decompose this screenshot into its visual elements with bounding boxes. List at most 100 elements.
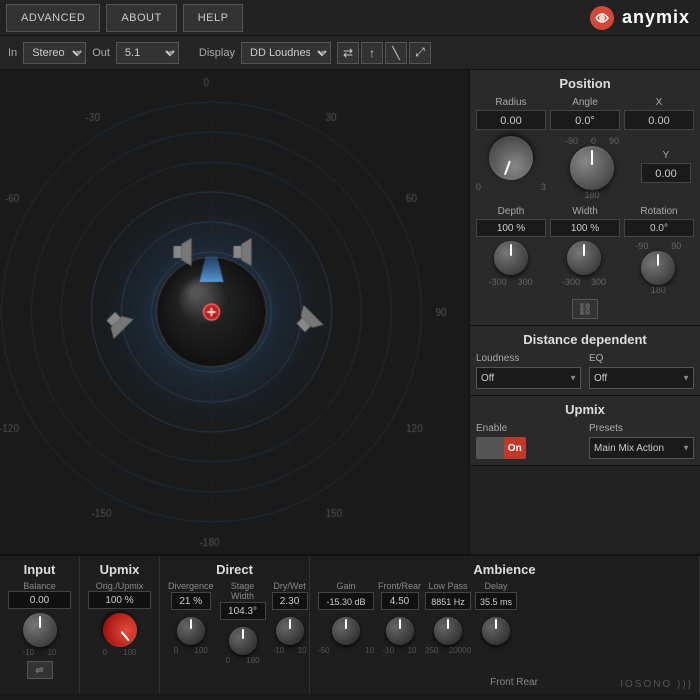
depth-knob-container: -300 300 [489,241,533,295]
toolbar-icons: ⇄ ↑ ╲ ⤢ [337,42,431,64]
delay-knob[interactable] [482,617,510,645]
display-select[interactable]: DD LoudnessSPLRMS [241,42,331,64]
rotation-cell: Rotation 0.0° [624,206,694,237]
out-label: Out [92,47,110,59]
link-container: ⛓ [476,299,694,319]
delay-value: 35.5 ms [475,592,517,610]
rotation-knob-area: -90 90 180 [635,241,681,295]
divergence-cell: Divergence 21 % 0 100 [168,581,214,665]
iosono-brand: IOSONO ))) [620,679,693,690]
orig-label: Orig./Upmix [88,581,151,591]
eq-label: EQ [589,353,694,364]
help-button[interactable]: HELP [183,4,244,32]
y-value: 0.00 [641,163,691,183]
radius-knob[interactable] [483,130,539,186]
width-scale: -300 300 [562,277,606,287]
loudness-select-wrapper[interactable]: OffOn [476,367,581,389]
up-icon-btn[interactable]: ↑ [361,42,383,64]
cursor-icon-btn[interactable]: ╲ [385,42,407,64]
enable-cell: Enable On [476,423,581,459]
stage-width-cell: Stage Width 104.3° 0 180 [220,581,266,665]
stage-width-label: Stage Width [220,581,266,601]
in-select-wrapper[interactable]: Stereo5.1Mono [23,42,86,64]
display-label: Display [199,47,235,59]
upmix-bottom-section: Upmix Orig./Upmix 100 % 0 100 [80,556,160,694]
dry-wet-value: 2.30 [272,592,308,610]
dry-wet-label: Dry/Wet [273,581,305,591]
angle-label: Angle [572,97,598,108]
logo: anymix [588,4,690,32]
enable-toggle[interactable]: On [476,437,526,459]
upmix-bottom-title: Upmix [88,562,151,577]
dry-wet-knob[interactable] [276,617,304,645]
upmix-knob[interactable] [96,606,144,654]
low-pass-knob[interactable] [434,617,462,645]
presets-select[interactable]: Main Mix ActionPreset 1Preset 2 [589,437,694,459]
angle-knob[interactable] [570,146,614,190]
right-panel: Position Radius 0.00 Angle 0.0° X 0.00 [470,70,700,554]
enable-label: Enable [476,423,581,434]
upmix-section: Upmix Enable On Presets Main Mix ActionP… [470,396,700,466]
presets-select-wrapper[interactable]: Main Mix ActionPreset 1Preset 2 [589,437,694,459]
expand-icon-btn[interactable]: ⤢ [409,42,431,64]
radius-knob-container: 0 3 [476,136,546,192]
distance-row: Loudness OffOn EQ OffOn [476,353,694,389]
input-title: Input [8,562,71,577]
upmix-knob-cell: 0 100 [103,613,137,657]
balance-knob[interactable] [23,613,57,647]
swap-icon-btn[interactable]: ⇌ [27,661,53,679]
lp-scale: 250 20000 [425,646,471,655]
loudness-select[interactable]: OffOn [476,367,581,389]
presets-cell: Presets Main Mix ActionPreset 1Preset 2 [589,423,694,459]
width-value: 100 % [550,219,620,237]
toolbar: In Stereo5.1Mono Out 5.1Stereo7.1 Displa… [0,36,700,70]
width-knob[interactable] [567,241,601,275]
rotation-180: 180 [651,285,666,295]
gain-knob[interactable] [332,617,360,645]
rotation-label: Rotation [640,206,677,217]
depth-label: Depth [498,206,525,217]
radius-scale: 0 3 [476,182,546,192]
anymix-logo-icon [588,4,616,32]
link-button[interactable]: ⛓ [572,299,598,319]
arrows-icon-btn[interactable]: ⇄ [337,42,359,64]
sw-scale: 0 180 [226,656,260,665]
gain-scale: -50 10 [318,646,374,655]
rotation-knob[interactable] [641,251,675,285]
stage-width-knob[interactable] [229,627,257,655]
position-title: Position [476,76,694,91]
balance-label: Balance [8,581,71,591]
toggle-on-part: On [504,437,527,459]
position-grid: Radius 0.00 Angle 0.0° X 0.00 [476,97,694,130]
visualizer-panel[interactable] [0,70,470,554]
width-knob-container: -300 300 [562,241,606,295]
eq-cell: EQ OffOn [589,353,694,389]
eq-select[interactable]: OffOn [589,367,694,389]
divergence-value: 21 % [171,592,211,610]
rotation-value: 0.0° [624,219,694,237]
about-button[interactable]: ABOUT [106,4,176,32]
dwr-knobs: -300 300 -300 300 -90 90 [476,241,694,295]
ambience-bottom-section: Ambience Gain -15.30 dB -50 10 Front/Rea… [310,556,700,694]
distance-section: Distance dependent Loudness OffOn EQ Off… [470,326,700,396]
front-rear-knob[interactable] [386,617,414,645]
visualizer-canvas[interactable] [0,70,470,554]
out-select-wrapper[interactable]: 5.1Stereo7.1 [116,42,179,64]
upmix-title: Upmix [476,402,694,417]
depth-cell: Depth 100 % [476,206,546,237]
depth-knob[interactable] [494,241,528,275]
front-rear-cell: Front/Rear 4.50 -10 10 [378,581,421,655]
divergence-knob[interactable] [177,617,205,645]
divergence-scale: 0 100 [174,646,208,655]
eq-select-wrapper[interactable]: OffOn [589,367,694,389]
in-label: In [8,47,17,59]
out-select[interactable]: 5.1Stereo7.1 [116,42,179,64]
x-value: 0.00 [624,110,694,130]
display-select-wrapper[interactable]: DD LoudnessSPLRMS [241,42,331,64]
upmix-knob-row: 0 100 [88,613,151,657]
stage-width-value: 104.3° [220,602,266,620]
input-knob-row: -10 10 [8,613,71,657]
in-select[interactable]: Stereo5.1Mono [23,42,86,64]
depth-scale: -300 300 [489,277,533,287]
advanced-button[interactable]: ADVANCED [6,4,100,32]
